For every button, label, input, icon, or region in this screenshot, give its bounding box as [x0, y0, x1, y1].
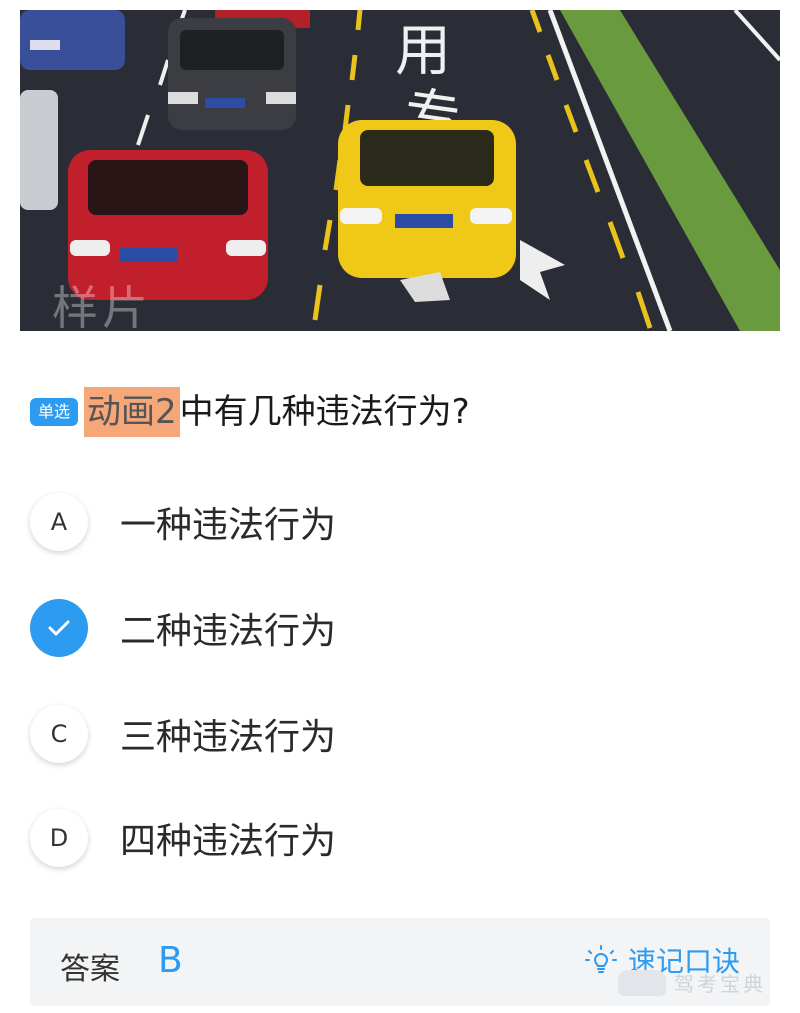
- option-a[interactable]: A 一种违法行为: [30, 492, 730, 552]
- brand-watermark: 驾考宝典: [618, 968, 766, 997]
- question-text: 中有几种违法行为?: [179, 392, 470, 432]
- car-logo-icon: [618, 969, 666, 996]
- answer-value: B: [158, 940, 183, 981]
- lightbulb-icon: [584, 945, 617, 973]
- answer-label: 答案: [60, 952, 120, 987]
- option-d-text[interactable]: 四种违法行为: [120, 812, 336, 864]
- question-highlight: 动画2: [84, 387, 180, 437]
- brand-watermark-text: 驾考宝典: [674, 972, 766, 996]
- option-c-marker[interactable]: C: [30, 705, 88, 763]
- option-a-text[interactable]: 一种违法行为: [120, 496, 336, 548]
- option-b[interactable]: 二种违法行为: [30, 598, 730, 658]
- option-b-marker[interactable]: [30, 599, 88, 657]
- question-type-badge: 单选: [30, 398, 79, 426]
- answer-panel: 答案 B 速记口诀 驾考宝典: [30, 918, 770, 1006]
- option-d[interactable]: D 四种违法行为: [30, 808, 730, 868]
- checkmark-icon: [48, 620, 70, 636]
- option-c[interactable]: C 三种违法行为: [30, 704, 730, 764]
- option-d-marker[interactable]: D: [30, 809, 88, 867]
- svg-text:用: 用: [395, 19, 451, 84]
- option-c-text[interactable]: 三种违法行为: [120, 708, 336, 760]
- option-b-text[interactable]: 二种违法行为: [120, 602, 336, 654]
- question-stem: 单选 动画2 中有几种违法行为?: [30, 386, 470, 438]
- question-image: 用 专 样片: [20, 10, 780, 331]
- option-a-marker[interactable]: A: [30, 493, 88, 551]
- sample-watermark: 样片: [52, 281, 152, 331]
